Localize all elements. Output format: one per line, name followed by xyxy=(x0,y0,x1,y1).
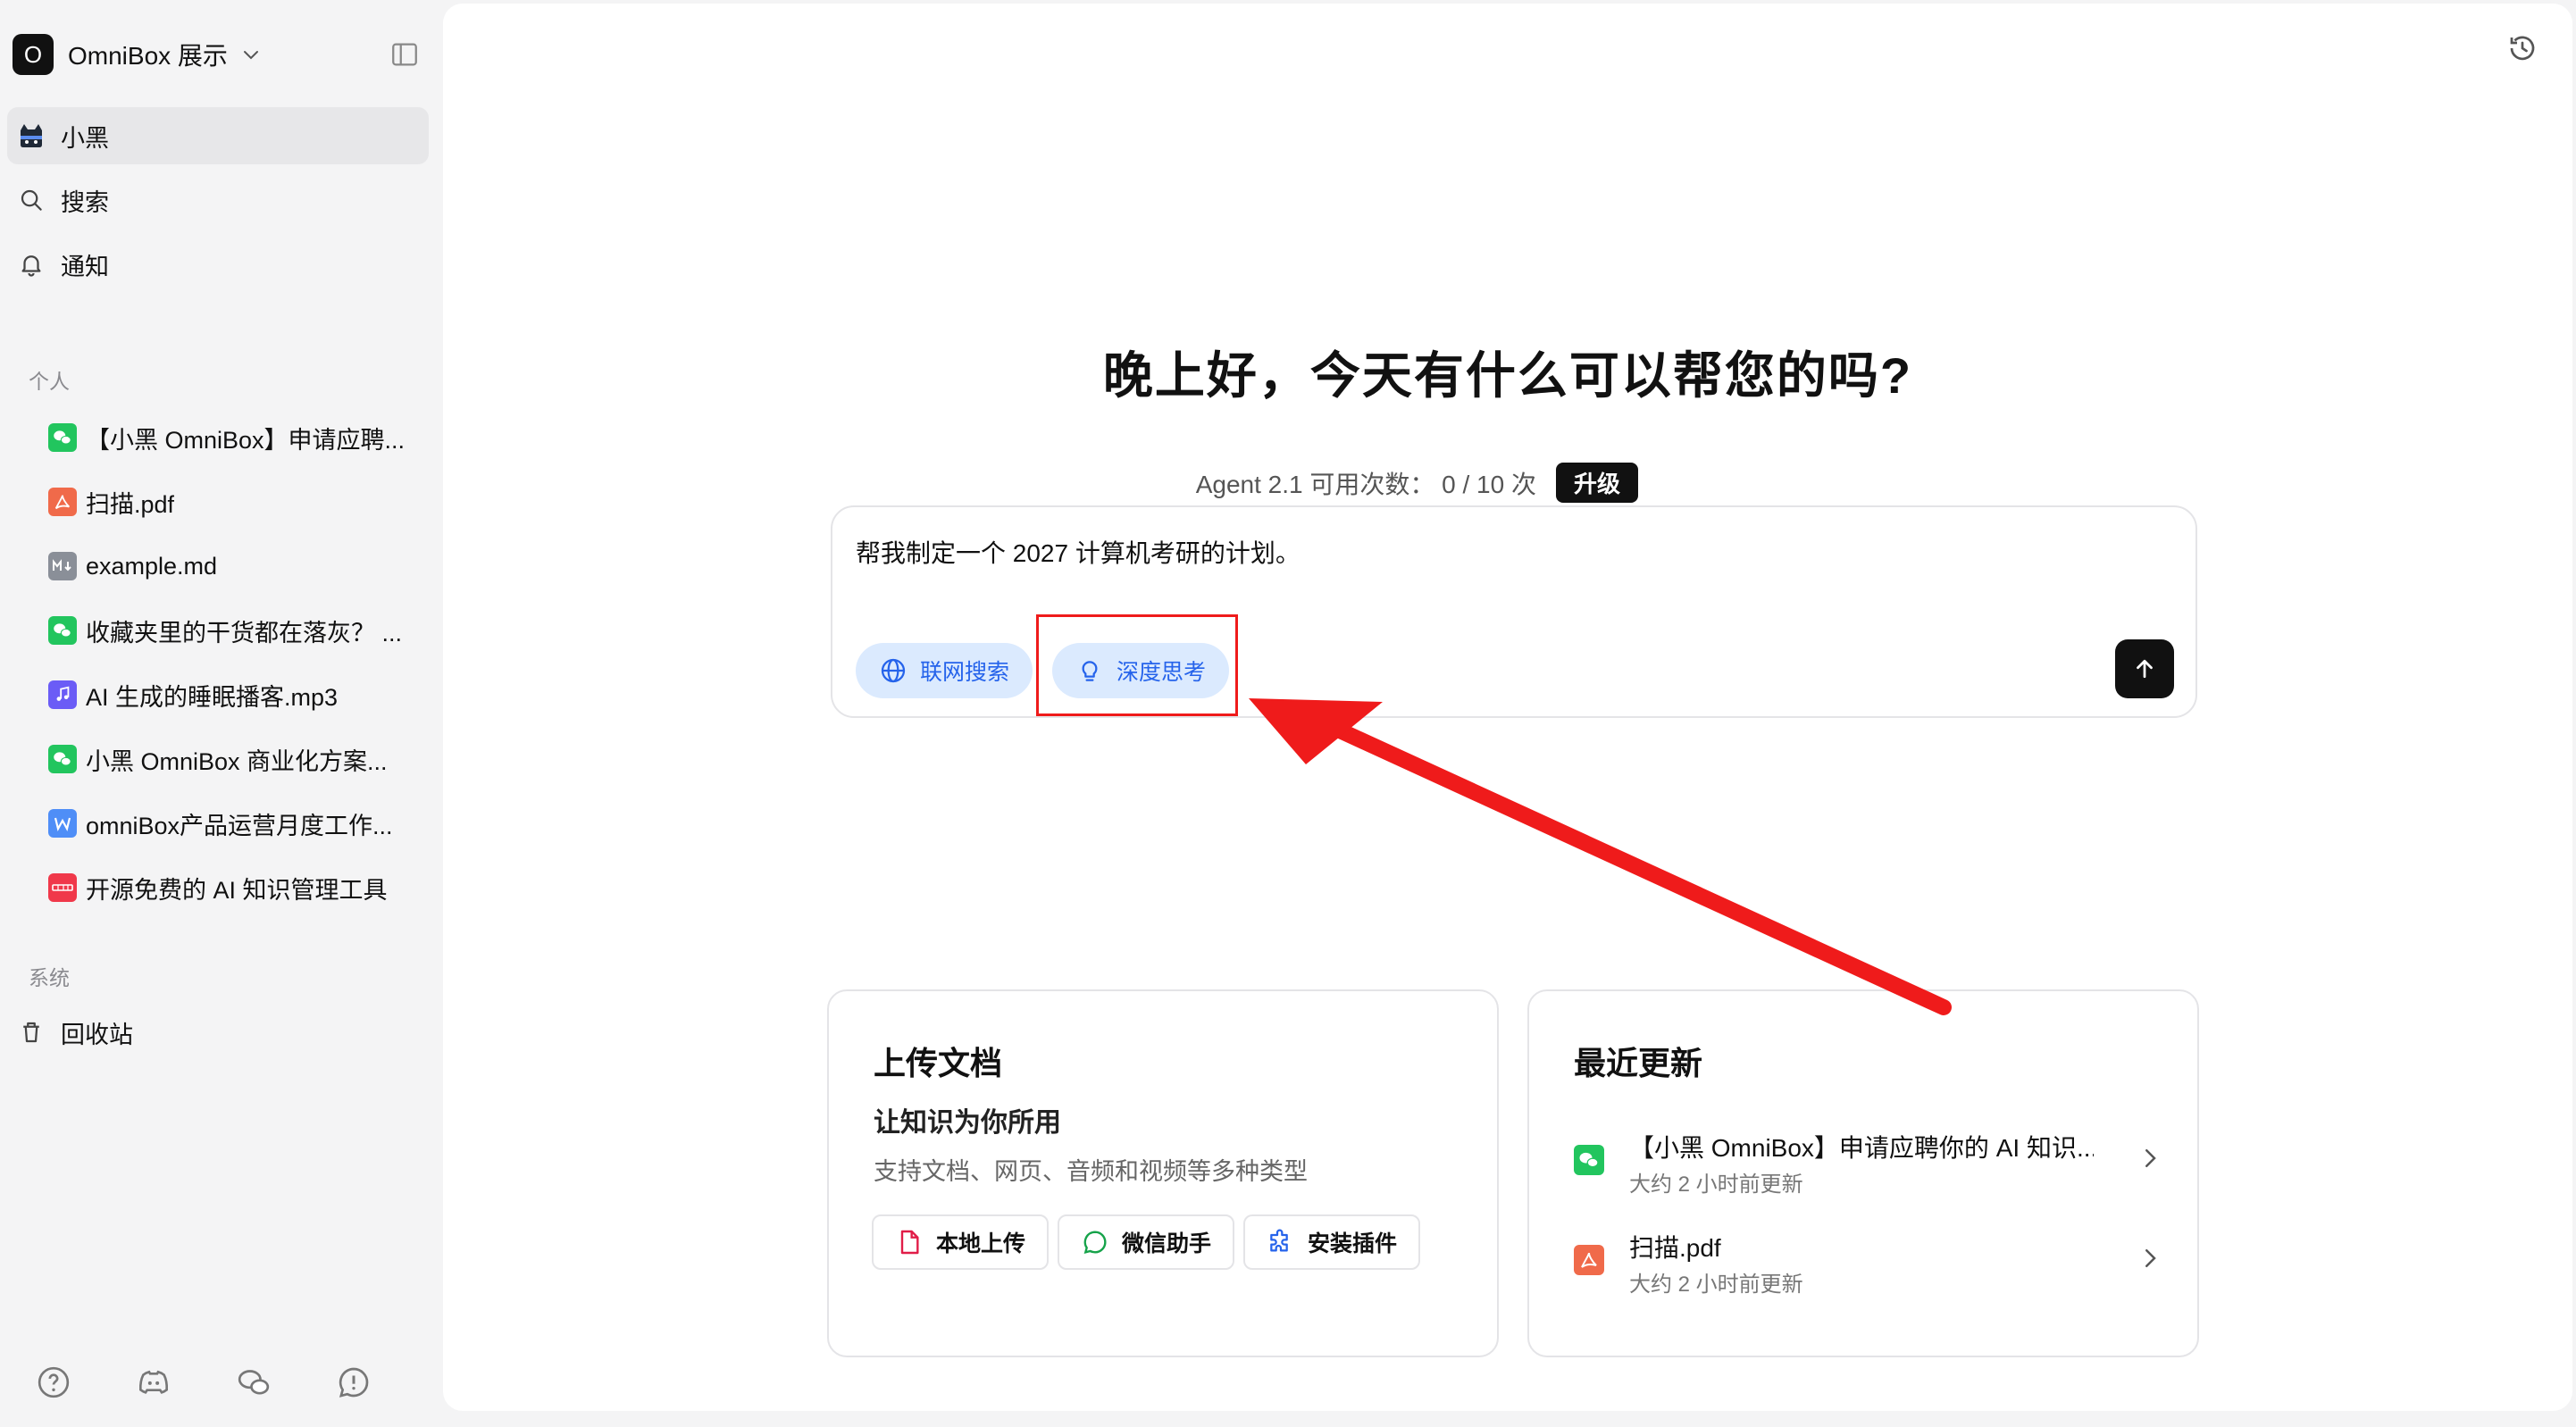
sidebar-item-search[interactable]: 搜索 xyxy=(7,171,429,229)
markdown-icon xyxy=(48,552,77,580)
chip-label: 联网搜索 xyxy=(920,660,1010,685)
web-icon xyxy=(48,873,77,902)
sidebar-item-trash[interactable]: 回收站 xyxy=(7,1004,429,1061)
sidebar-item-label: 小黑 xyxy=(61,124,109,152)
audio-icon xyxy=(48,680,77,709)
upgrade-button[interactable]: 升级 xyxy=(1555,463,1638,503)
recent-updates-card: 最近更新 【小黑 OmniBox】申请应聘你的 AI 知识... 大约 2 小时… xyxy=(1527,989,2199,1357)
arrow-up-icon xyxy=(2137,659,2153,679)
upload-card-title: 上传文档 xyxy=(874,1045,1003,1081)
button-label: 安装插件 xyxy=(1308,1231,1398,1256)
send-button[interactable] xyxy=(2115,639,2174,698)
sidebar-item-label: 通知 xyxy=(61,253,109,280)
upload-card-desc: 支持文档、网页、音频和视频等多种类型 xyxy=(874,1158,1308,1185)
wechat-icon xyxy=(48,616,77,645)
file-icon xyxy=(900,1230,919,1255)
workspace-logo: O xyxy=(13,34,54,75)
usage-text: Agent 2.1 可用次数： 0 / 10 次 xyxy=(1195,470,1536,498)
help-icon[interactable] xyxy=(36,1364,71,1400)
doc-item[interactable]: 收藏夹里的干货都在落灰？ ... xyxy=(48,609,423,652)
doc-item[interactable]: AI 生成的睡眠播客.mp3 xyxy=(48,673,423,716)
section-title-system: 系统 xyxy=(29,966,70,989)
doc-item[interactable]: example.md xyxy=(48,545,423,588)
feedback-icon[interactable] xyxy=(336,1364,372,1400)
sidebar-item-notifications[interactable]: 通知 xyxy=(7,236,429,293)
doc-item-label: omniBox产品运营月度工作... xyxy=(86,812,393,839)
main-panel: 晚上好，今天有什么可以帮您的吗? Agent 2.1 可用次数： 0 / 10 … xyxy=(443,4,2572,1411)
usage-bar: Agent 2.1 可用次数： 0 / 10 次 升级 xyxy=(1196,463,1638,503)
doc-item[interactable]: 【小黑 OmniBox】申请应聘... xyxy=(48,416,423,459)
chevron-right-icon xyxy=(2145,1249,2156,1267)
pdf-icon xyxy=(48,488,77,516)
install-plugin-button[interactable]: 安装插件 xyxy=(1243,1214,1421,1270)
recent-item-title: 扫描.pdf xyxy=(1629,1234,1721,1262)
doc-item-label: 小黑 OmniBox 商业化方案... xyxy=(86,747,388,775)
sidebar: O OmniBox 展示 小黑 搜索 通知 个人 【小黑 OmniBox】申请应… xyxy=(0,0,443,1427)
upload-card-subtitle: 让知识为你所用 xyxy=(874,1108,1061,1138)
wechat-icon xyxy=(1574,1145,1604,1175)
recent-item[interactable]: 【小黑 OmniBox】申请应聘你的 AI 知识... 大约 2 小时前更新 xyxy=(1574,1123,2163,1197)
chat-input-text[interactable]: 帮我制定一个 2027 计算机考研的计划。 xyxy=(856,534,1301,570)
doc-item-label: 【小黑 OmniBox】申请应聘... xyxy=(86,426,406,454)
recent-item-title: 【小黑 OmniBox】申请应聘你的 AI 知识... xyxy=(1629,1134,2094,1162)
recent-item-time: 大约 2 小时前更新 xyxy=(1629,1172,1803,1197)
upload-card: 上传文档 让知识为你所用 支持文档、网页、音频和视频等多种类型 本地上传 微信助… xyxy=(827,989,1499,1357)
doc-item[interactable]: omniBox产品运营月度工作... xyxy=(48,802,423,845)
doc-item[interactable]: 开源免费的 AI 知识管理工具 xyxy=(48,866,423,909)
doc-item-label: 扫描.pdf xyxy=(86,490,175,518)
sidebar-collapse-icon[interactable] xyxy=(389,39,420,70)
chevron-down-icon xyxy=(243,51,258,60)
workspace-switcher[interactable]: O OmniBox 展示 xyxy=(13,34,262,75)
search-icon xyxy=(16,185,46,215)
doc-item[interactable]: 扫描.pdf xyxy=(48,480,423,523)
wechat-assistant-button[interactable]: 微信助手 xyxy=(1058,1214,1235,1270)
section-title-personal: 个人 xyxy=(29,370,70,393)
button-label: 本地上传 xyxy=(936,1231,1026,1256)
greeting-title: 晚上好，今天有什么可以帮您的吗? xyxy=(1102,347,1913,404)
local-upload-button[interactable]: 本地上传 xyxy=(872,1214,1050,1270)
doc-item-label: example.md xyxy=(86,552,218,580)
recent-item[interactable]: 扫描.pdf 大约 2 小时前更新 xyxy=(1574,1223,2163,1297)
pdf-icon xyxy=(1574,1245,1604,1275)
trash-icon xyxy=(16,1017,46,1047)
doc-item-label: AI 生成的睡眠播客.mp3 xyxy=(86,683,339,711)
bell-icon xyxy=(16,249,46,280)
sidebar-item-label: 搜索 xyxy=(61,188,109,216)
puzzle-icon xyxy=(1270,1229,1288,1252)
wechat-icon[interactable] xyxy=(236,1364,272,1400)
chat-bubble-icon xyxy=(1083,1231,1107,1255)
sidebar-footer xyxy=(36,1364,372,1400)
globe-icon xyxy=(881,658,906,683)
recent-item-time: 大约 2 小时前更新 xyxy=(1629,1273,1803,1297)
chevron-right-icon xyxy=(2145,1149,2156,1167)
button-label: 微信助手 xyxy=(1122,1231,1212,1256)
history-icon[interactable] xyxy=(2506,32,2538,64)
annotation-highlight-box xyxy=(1036,614,1238,716)
workspace-name: OmniBox 展示 xyxy=(68,42,228,70)
recent-card-title: 最近更新 xyxy=(1574,1045,1703,1081)
wechat-icon xyxy=(48,423,77,452)
sidebar-item-xiaohei[interactable]: 小黑 xyxy=(7,107,429,164)
doc-item-label: 开源免费的 AI 知识管理工具 xyxy=(86,876,388,904)
wechat-icon xyxy=(48,745,77,773)
doc-item-label: 收藏夹里的干货都在落灰？ ... xyxy=(86,619,403,647)
doc-item[interactable]: 小黑 OmniBox 商业化方案... xyxy=(48,738,423,780)
word-icon xyxy=(48,809,77,838)
cat-avatar-icon xyxy=(16,121,46,151)
web-search-toggle[interactable]: 联网搜索 xyxy=(856,643,1033,698)
sidebar-item-label: 回收站 xyxy=(61,1021,133,1048)
discord-icon[interactable] xyxy=(136,1364,171,1400)
